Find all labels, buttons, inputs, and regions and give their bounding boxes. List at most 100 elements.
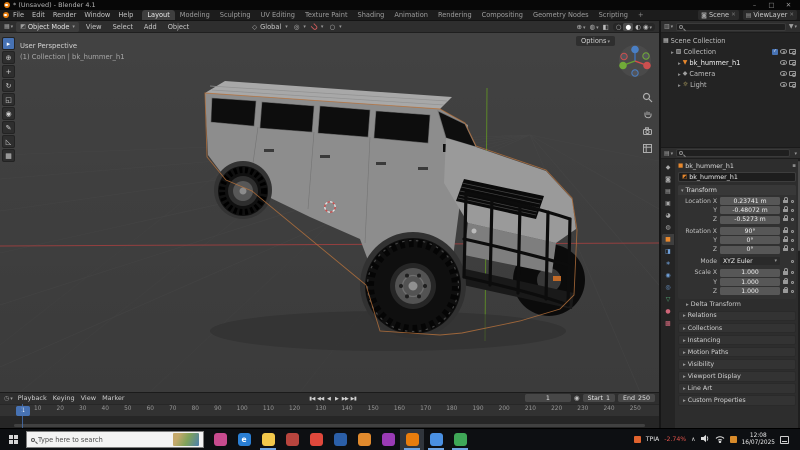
workspace-tab[interactable]: UV Editing xyxy=(256,10,300,20)
menu-item[interactable]: Help xyxy=(114,11,137,19)
menu-item[interactable]: File xyxy=(9,11,28,19)
taskbar-app[interactable] xyxy=(328,429,352,450)
transform-panel-header[interactable]: Transform xyxy=(678,185,796,195)
taskbar-search-input[interactable]: Type here to search xyxy=(26,431,204,448)
close-button[interactable]: ✕ xyxy=(781,0,796,10)
playhead[interactable]: 1 xyxy=(16,405,30,416)
workspace-tab[interactable]: + xyxy=(633,10,649,20)
shading-rendered[interactable]: ◉ xyxy=(643,23,652,31)
taskbar-app[interactable] xyxy=(400,429,424,450)
workspace-tab[interactable]: Compositing xyxy=(477,10,528,20)
tool-button[interactable]: ▸ xyxy=(2,37,15,50)
animate-dot[interactable] xyxy=(791,199,794,203)
menu-item[interactable]: Window xyxy=(80,11,114,19)
lock-icon[interactable] xyxy=(783,197,789,204)
timeline-editor-icon[interactable]: ◷ xyxy=(4,395,13,402)
workspace-tab[interactable]: Animation xyxy=(389,10,433,20)
transform-value-field[interactable]: 1.000 xyxy=(720,287,780,296)
hummer-model[interactable] xyxy=(204,81,585,338)
pin-icon[interactable]: ▪ xyxy=(792,163,796,169)
outliner-filter-icon[interactable]: ▼ xyxy=(789,23,797,30)
viewlayer-remove-icon[interactable]: ✕ xyxy=(789,12,794,18)
lock-icon[interactable] xyxy=(783,236,789,243)
viewport-menu-item[interactable]: Select xyxy=(109,23,137,31)
timeline-menu-item[interactable]: Marker xyxy=(99,394,127,402)
workspace-tab[interactable]: Sculpting xyxy=(215,10,256,20)
properties-tab[interactable]: ◆ xyxy=(662,162,674,173)
timeline-track[interactable] xyxy=(0,416,659,428)
network-icon[interactable] xyxy=(715,434,725,445)
menu-item[interactable]: Render xyxy=(49,11,80,19)
timeline-scrollbar[interactable] xyxy=(14,424,645,427)
outliner-row-scene-collection[interactable]: ▦ Scene Collection xyxy=(663,35,798,46)
mode-dropdown[interactable]: ◩ Object Mode xyxy=(16,21,79,32)
expander-icon[interactable] xyxy=(678,70,681,78)
viewport-3d[interactable]: User Perspective (1) Collection | bk_hum… xyxy=(0,33,659,392)
ortho-toggle-icon[interactable] xyxy=(641,142,653,154)
render-visibility-icon[interactable] xyxy=(789,71,796,77)
properties-panel-header[interactable]: Instancing xyxy=(678,334,796,346)
animate-dot[interactable] xyxy=(791,289,794,293)
editor-type-icon[interactable]: ▦ xyxy=(4,23,13,30)
playback-button[interactable]: ▶▶ xyxy=(341,396,350,402)
scene-selector[interactable]: ◙ Scene ✕ xyxy=(698,10,739,20)
outliner-object-row[interactable]: ☼ Light xyxy=(663,79,798,90)
outliner-object-row[interactable]: ▼ bk_hummer_h1 xyxy=(663,57,798,68)
tool-button[interactable]: ↻ xyxy=(2,79,15,92)
snap-dropdown[interactable] xyxy=(310,22,324,31)
blender-menu-icon[interactable] xyxy=(3,12,9,18)
frame-end-field[interactable]: End 250 xyxy=(618,394,655,403)
current-frame-field[interactable]: 1 xyxy=(524,394,571,403)
scene-unlink-icon[interactable]: ✕ xyxy=(731,12,736,18)
stock-app-icon[interactable] xyxy=(633,436,641,443)
properties-panel-header[interactable]: Custom Properties xyxy=(678,395,796,406)
animate-dot[interactable] xyxy=(791,229,794,233)
lock-icon[interactable] xyxy=(783,215,789,222)
tool-button[interactable]: ◱ xyxy=(2,93,15,106)
viewport-menu-item[interactable]: View xyxy=(82,23,106,31)
proportional-editing[interactable]: ○ xyxy=(329,23,341,31)
properties-tab[interactable]: ◉ xyxy=(662,270,674,281)
expander-icon[interactable] xyxy=(678,59,681,67)
playback-button[interactable]: ▶▮ xyxy=(349,396,357,402)
workspace-tab[interactable]: Rendering xyxy=(433,10,477,20)
minimize-button[interactable]: – xyxy=(747,0,762,10)
clock[interactable]: 12:08 16/07/2025 xyxy=(742,433,775,447)
playback-button[interactable]: ◀◀ xyxy=(316,396,325,402)
lock-icon[interactable] xyxy=(783,268,789,275)
lock-icon[interactable] xyxy=(783,287,789,293)
frame-start-field[interactable]: Start 1 xyxy=(582,394,615,403)
workspace-tab[interactable]: Geometry Nodes xyxy=(528,10,594,20)
tray-expand-icon[interactable]: ∧ xyxy=(691,436,695,443)
xray-toggle[interactable]: ◧ xyxy=(603,23,609,31)
taskbar-app[interactable] xyxy=(424,429,448,450)
timeline-ruler[interactable]: 10 20 30 40 50 60 70 80 90 100 110 120 130 140 150 160 1… xyxy=(0,403,659,417)
tool-button[interactable]: ◺ xyxy=(2,135,15,148)
transform-value-field[interactable]: 0.23741 m xyxy=(720,197,780,206)
animate-dot[interactable] xyxy=(791,248,794,252)
properties-tab[interactable]: ◕ xyxy=(662,210,674,221)
properties-tab[interactable]: ∗ xyxy=(662,258,674,269)
object-name[interactable]: bk_hummer_h1 xyxy=(689,59,740,67)
workspace-tab[interactable]: Shading xyxy=(353,10,390,20)
tool-button[interactable]: ⊕ xyxy=(2,51,15,64)
render-visibility-icon[interactable] xyxy=(789,49,796,55)
transform-value-field[interactable]: -0.48072 m xyxy=(720,206,780,215)
timeline-menu-item[interactable]: Playback xyxy=(15,394,50,402)
properties-tab[interactable]: ◨ xyxy=(662,246,674,257)
animate-dot[interactable] xyxy=(791,259,794,263)
camera-view-icon[interactable] xyxy=(641,125,653,137)
notification-center-icon[interactable] xyxy=(780,435,789,444)
transform-value-field[interactable]: -0.5273 m xyxy=(720,215,780,224)
taskbar-app[interactable] xyxy=(376,429,400,450)
transform-value-field[interactable]: 0° xyxy=(720,245,780,254)
taskbar-app[interactable] xyxy=(352,429,376,450)
timeline-menu-item[interactable]: Keying xyxy=(50,394,78,402)
taskbar-app[interactable] xyxy=(448,429,472,450)
properties-panel-header[interactable]: Motion Paths xyxy=(678,346,796,358)
lock-icon[interactable] xyxy=(783,245,789,252)
properties-options-icon[interactable] xyxy=(793,150,797,157)
collection-checkbox[interactable]: ✓ xyxy=(772,48,778,55)
properties-panel-header[interactable]: Collections xyxy=(678,322,796,334)
show-gizmo-toggle[interactable]: ⊕ xyxy=(576,23,585,31)
